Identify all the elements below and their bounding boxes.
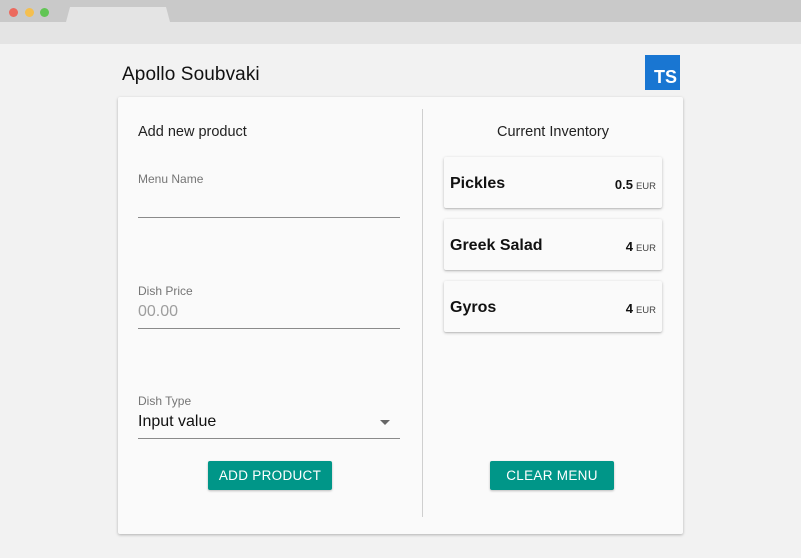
dish-type-label: Dish Type	[138, 394, 192, 408]
form-heading: Add new product	[138, 124, 247, 140]
menu-name-input[interactable]	[138, 195, 400, 215]
dish-type-select[interactable]: Input value	[138, 413, 216, 431]
item-currency: EUR	[635, 181, 656, 192]
inventory-item-gyros[interactable]: Gyros 4 EUR	[444, 281, 662, 332]
close-window-icon[interactable]	[9, 8, 18, 17]
page-title: Apollo Soubvaki	[122, 64, 260, 85]
add-product-button[interactable]: ADD PRODUCT	[208, 461, 332, 490]
browser-chrome	[0, 0, 801, 44]
inventory-item-pickles[interactable]: Pickles 0.5 EUR	[444, 157, 662, 208]
main-card: Add new product Menu Name Dish Price 00.…	[118, 97, 683, 534]
inventory-item-greek-salad[interactable]: Greek Salad 4 EUR	[444, 219, 662, 270]
dish-price-underline	[138, 328, 400, 329]
item-currency: EUR	[635, 243, 656, 254]
column-divider	[422, 109, 423, 517]
typescript-logo: TS	[645, 55, 680, 90]
browser-tab-bar	[0, 0, 801, 22]
dish-type-underline	[138, 438, 400, 439]
inventory-heading: Current Inventory	[496, 124, 610, 140]
menu-name-label: Menu Name	[138, 172, 204, 186]
browser-tab[interactable]	[66, 7, 170, 22]
item-price: 4 EUR	[625, 239, 656, 254]
clear-menu-button[interactable]: CLEAR MENU	[490, 461, 614, 490]
item-price: 4 EUR	[625, 301, 656, 316]
dish-price-input[interactable]: 00.00	[138, 303, 400, 321]
item-name: Greek Salad	[450, 237, 543, 254]
chevron-down-icon[interactable]	[380, 420, 390, 425]
minimize-window-icon[interactable]	[25, 8, 34, 17]
maximize-window-icon[interactable]	[40, 8, 49, 17]
menu-name-underline	[138, 217, 400, 218]
item-price: 0.5 EUR	[614, 177, 656, 192]
item-name: Gyros	[450, 299, 497, 316]
dish-price-label: Dish Price	[138, 284, 193, 298]
item-currency: EUR	[635, 305, 656, 316]
item-name: Pickles	[450, 175, 506, 192]
